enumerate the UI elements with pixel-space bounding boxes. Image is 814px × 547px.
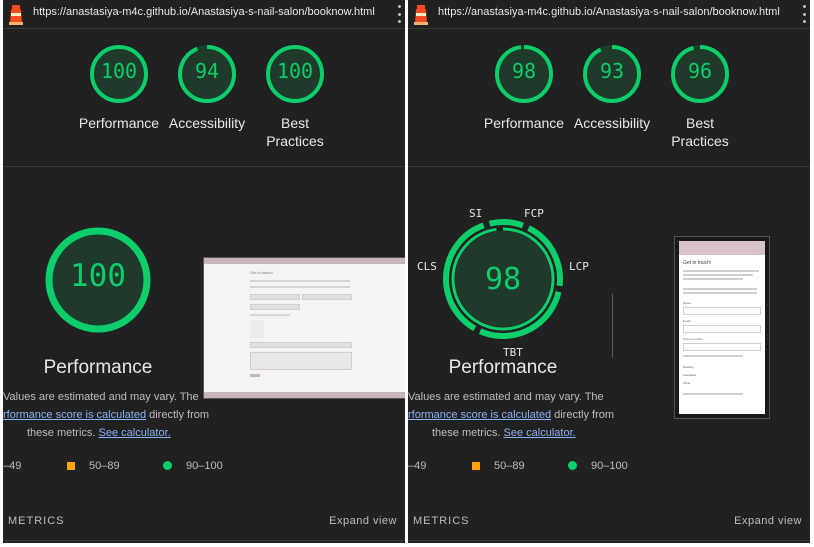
field-label: Name	[683, 301, 692, 305]
option-label: Booking	[683, 365, 694, 369]
description-line1: Values are estimated and may vary. The	[3, 391, 199, 403]
gauge-best-practices[interactable]: 96 Best Practices	[650, 44, 750, 150]
legend-fail: –49	[3, 460, 22, 472]
final-screenshot-thumbnail: Get in touch!	[203, 257, 405, 399]
option-label: Other	[683, 381, 691, 385]
see-calculator-link[interactable]: See calculator.	[99, 427, 171, 439]
gauge-accessibility[interactable]: 93 Accessibility	[562, 44, 662, 132]
gauge-score: 98	[511, 59, 537, 83]
lighthouse-logo-icon	[9, 5, 23, 25]
legend-average: 50–89	[89, 460, 120, 472]
description-line3: these metrics. See calculator.	[432, 424, 576, 442]
report-panel-left: https://anastasiya-m4c.github.io/Anastas…	[3, 0, 405, 543]
description-line2: rformance score is calculated directly f…	[3, 406, 209, 424]
description-pre: these metrics.	[432, 427, 504, 439]
gauge-label-line1: Best	[685, 115, 714, 131]
divider	[408, 540, 810, 541]
gauge-label-line2: Practices	[266, 133, 324, 149]
pass-circle-icon	[163, 461, 172, 470]
lighthouse-logo-icon	[414, 5, 428, 25]
field-label: Phone number	[683, 337, 703, 341]
metric-lcp-label[interactable]: LCP	[569, 260, 589, 273]
gauge-label-line2: Practices	[671, 133, 729, 149]
performance-title: Performance	[448, 357, 558, 378]
gauge-best-practices[interactable]: 100 Best Practices	[245, 44, 345, 150]
gauge-label: Best Practices	[245, 114, 345, 150]
score-calculated-link[interactable]: rformance score is calculated	[3, 409, 146, 421]
divider	[408, 166, 810, 167]
metrics-heading: METRICS	[413, 515, 470, 527]
description-mid: directly from	[146, 409, 210, 421]
thumbnail-title: Get in touch!	[683, 260, 712, 266]
metric-si-label[interactable]: SI	[469, 207, 482, 220]
metric-cls-label[interactable]: CLS	[417, 260, 437, 273]
report-url[interactable]: https://anastasiya-m4c.github.io/Anastas…	[33, 6, 375, 18]
pass-circle-icon	[568, 461, 577, 470]
average-square-icon	[472, 462, 480, 470]
more-options-icon[interactable]	[800, 5, 808, 23]
metric-fcp-label[interactable]: FCP	[524, 207, 544, 220]
description-line1: Values are estimated and may vary. The	[408, 391, 604, 403]
gauge-score: 94	[194, 59, 220, 83]
gauge-label: Accessibility	[168, 115, 246, 131]
legend-fail: –49	[408, 460, 427, 472]
gauge-score: 100	[100, 59, 138, 83]
gauge-label: Accessibility	[573, 115, 651, 131]
gauge-performance[interactable]: 98 Performance	[474, 44, 574, 132]
legend-pass: 90–100	[186, 460, 223, 472]
thumbnail-title: Get in touch!	[250, 270, 273, 275]
metrics-heading: METRICS	[8, 515, 65, 527]
option-label: Feedback	[683, 373, 697, 377]
performance-title: Performance	[43, 357, 153, 378]
gauge-score: 93	[599, 59, 625, 83]
see-calculator-link[interactable]: See calculator.	[504, 427, 576, 439]
url-bar: https://anastasiya-m4c.github.io/Anastas…	[3, 0, 405, 29]
gauge-label-line1: Best	[280, 115, 309, 131]
description-mid: directly from	[551, 409, 615, 421]
divider	[3, 540, 405, 541]
report-url[interactable]: https://anastasiya-m4c.github.io/Anastas…	[438, 6, 780, 18]
final-screenshot-thumbnail: Get in touch! Name Email Phone number Bo…	[674, 236, 770, 419]
description-line3: these metrics. See calculator.	[27, 424, 171, 442]
gauge-label: Performance	[78, 115, 160, 131]
average-square-icon	[67, 462, 75, 470]
url-bar: https://anastasiya-m4c.github.io/Anastas…	[408, 0, 810, 29]
gauge-score: 100	[276, 59, 314, 83]
gauge-performance[interactable]: 100 Performance	[69, 44, 169, 132]
gauge-label: Best Practices	[650, 114, 750, 150]
field-label: Email	[683, 319, 691, 323]
divider	[3, 166, 405, 167]
description-line2: rformance score is calculated directly f…	[408, 406, 614, 424]
gauge-score: 96	[687, 59, 713, 83]
gauge-label: Performance	[483, 115, 565, 131]
divider	[612, 294, 613, 358]
description-pre: these metrics.	[27, 427, 99, 439]
score-calculated-link[interactable]: rformance score is calculated	[408, 409, 551, 421]
more-options-icon[interactable]	[395, 5, 403, 23]
gauge-accessibility[interactable]: 94 Accessibility	[157, 44, 257, 132]
expand-view-toggle[interactable]: Expand view	[329, 515, 397, 527]
performance-main-score: 100	[70, 258, 126, 294]
performance-main-score: 98	[484, 262, 522, 297]
report-panel-right: https://anastasiya-m4c.github.io/Anastas…	[408, 0, 810, 543]
expand-view-toggle[interactable]: Expand view	[734, 515, 802, 527]
legend-pass: 90–100	[591, 460, 628, 472]
legend-average: 50–89	[494, 460, 525, 472]
